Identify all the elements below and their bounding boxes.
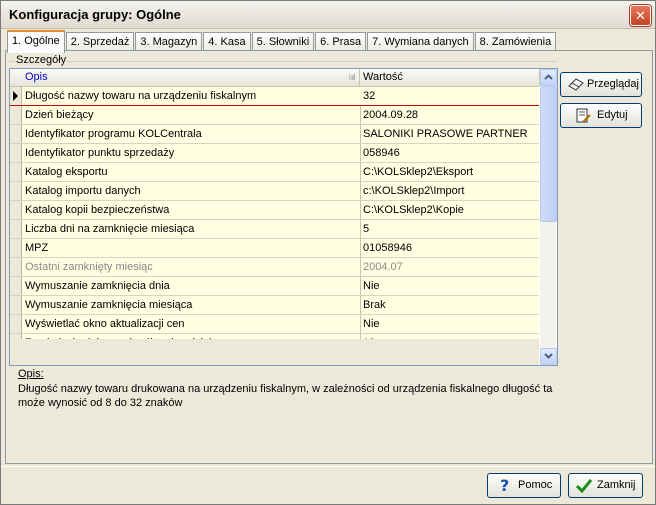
column-header-opis-label: Opis [25, 71, 48, 83]
current-row-arrow-icon [13, 91, 18, 101]
cell-opis[interactable]: Ostatni zamknięty miesiąc [22, 258, 361, 276]
cell-wartosc[interactable]: Brak [360, 296, 539, 314]
chevron-up-icon [544, 74, 553, 80]
footer-divider [1, 466, 655, 467]
row-indicator[interactable] [10, 277, 22, 295]
window-title: Konfiguracja grupy: Ogólne [9, 7, 181, 22]
table-row[interactable]: Wymuszanie zamknięcia dnia Nie [10, 277, 539, 296]
tab-zamowienia[interactable]: 8. Zamówienia [474, 32, 557, 51]
cell-wartosc[interactable]: 5 [360, 220, 539, 238]
scroll-down-button[interactable] [540, 348, 557, 365]
grid-header: Opis ⁝ıl Wartość [10, 69, 540, 87]
cell-opis[interactable]: Katalog eksportu [22, 163, 361, 181]
row-indicator[interactable] [10, 239, 22, 257]
row-indicator[interactable] [10, 315, 22, 333]
browse-button[interactable]: Przeglądaj [560, 72, 642, 97]
tab-slowniki[interactable]: 5. Słowniki [251, 32, 315, 51]
table-row[interactable]: Katalog kopii bezpieczeństwa C:\KOLSklep2… [10, 201, 539, 220]
cell-opis[interactable]: Katalog importu danych [22, 182, 361, 200]
row-indicator[interactable] [10, 201, 22, 219]
cell-wartosc[interactable]: 2004.07 [360, 258, 539, 276]
row-indicator[interactable] [10, 182, 22, 200]
table-row[interactable]: Długość nazwy towaru na urządzeniu fiska… [10, 87, 539, 106]
cell-wartosc[interactable]: Nie [360, 315, 539, 333]
tab-strip: 1. Ogólne 2. Sprzedaż 3. Magazyn 4. Kasa… [7, 30, 557, 53]
table-row[interactable]: Wyświetlać okno aktualizacji cen Nie [10, 315, 539, 334]
edit-document-icon [576, 108, 591, 123]
sort-icon: ⁝ıl [348, 73, 355, 82]
table-row[interactable]: Katalog importu danych c:\KOLSklep2\Impor… [10, 182, 539, 201]
description-text: Długość nazwy towaru drukowana na urządz… [18, 383, 553, 409]
cell-wartosc[interactable]: 2004.09.28 [360, 106, 539, 124]
column-header-wartosc[interactable]: Wartość [360, 69, 540, 86]
chevron-down-icon [544, 353, 553, 359]
table-row[interactable]: Dzień bieżący 2004.09.28 [10, 106, 539, 125]
table-row[interactable]: Liczba dni na zamknięcie miesiąca 5 [10, 220, 539, 239]
cell-wartosc[interactable]: 32 [360, 87, 539, 105]
table-row[interactable]: Ostatni zamknięty miesiąc 2004.07 [10, 258, 539, 277]
scroll-up-button[interactable] [540, 69, 557, 86]
tab-magazyn[interactable]: 3. Magazyn [135, 32, 203, 51]
tab-sprzedaz[interactable]: 2. Sprzedaż [65, 32, 135, 51]
browse-button-label: Przeglądaj [587, 78, 639, 90]
cell-opis[interactable]: Identyfikator punktu sprzedaży [22, 144, 361, 162]
cell-wartosc[interactable]: SALONIKI PRASOWE PARTNER [360, 125, 539, 143]
cell-opis[interactable]: Wymuszanie zamknięcia miesiąca [22, 296, 361, 314]
cell-opis[interactable]: Liczba dni na zamknięcie miesiąca [22, 220, 361, 238]
row-indicator[interactable] [10, 258, 22, 276]
edit-button-label: Edytuj [597, 109, 628, 121]
checkmark-icon [575, 479, 593, 493]
group-divider [9, 61, 557, 62]
table-row[interactable]: MPZ 01058946 [10, 239, 539, 258]
row-indicator[interactable] [10, 220, 22, 238]
row-indicator[interactable] [10, 87, 22, 105]
table-row[interactable]: Wymuszanie zamknięcia miesiąca Brak [10, 296, 539, 315]
grid-rows: Długość nazwy towaru na urządzeniu fiska… [10, 87, 539, 353]
cell-opis[interactable]: Dzień bieżący [22, 106, 361, 124]
description-label: Opis: [18, 368, 44, 380]
column-header-opis[interactable]: Opis ⁝ıl [22, 69, 360, 86]
row-indicator[interactable] [10, 163, 22, 181]
tab-kasa[interactable]: 4. Kasa [203, 32, 251, 51]
table-row[interactable]: Identyfikator programu KOLCentrala SALONI… [10, 125, 539, 144]
close-dialog-button-label: Zamknij [597, 479, 636, 491]
svg-text:?: ? [500, 477, 509, 493]
cell-opis[interactable]: Wyświetlać okno aktualizacji cen [22, 315, 361, 333]
cell-opis[interactable]: MPZ [22, 239, 361, 257]
dialog-window: Konfiguracja grupy: Ogólne ✕ 1. Ogólne 2… [0, 0, 656, 505]
row-indicator[interactable] [10, 106, 22, 124]
title-bar[interactable]: Konfiguracja grupy: Ogólne ✕ [1, 1, 655, 29]
row-indicator[interactable] [10, 296, 22, 314]
help-question-icon: ? [500, 477, 509, 493]
close-dialog-button[interactable]: Zamknij [568, 473, 643, 498]
cell-wartosc[interactable]: 01058946 [360, 239, 539, 257]
cell-opis[interactable]: Katalog kopii bezpieczeństwa [22, 201, 361, 219]
row-indicator[interactable] [10, 144, 22, 162]
table-row[interactable]: Katalog eksportu C:\KOLSklep2\Eksport [10, 163, 539, 182]
help-button-label: Pomoc [518, 479, 553, 491]
cell-wartosc[interactable]: 058946 [360, 144, 539, 162]
edit-button[interactable]: Edytuj [560, 103, 642, 128]
tab-wymiana-danych[interactable]: 7. Wymiana danych [367, 32, 474, 51]
close-window-button[interactable]: ✕ [630, 5, 651, 26]
cell-wartosc[interactable]: Nie [360, 277, 539, 295]
grid-empty-area [10, 339, 539, 365]
group-label: Szczegóły [15, 54, 68, 66]
cell-wartosc[interactable]: C:\KOLSklep2\Eksport [360, 163, 539, 181]
cell-wartosc[interactable]: c:\KOLSklep2\Import [360, 182, 539, 200]
tab-ogolne[interactable]: 1. Ogólne [7, 30, 65, 53]
scroll-thumb[interactable] [540, 86, 557, 222]
cell-opis[interactable]: Identyfikator programu KOLCentrala [22, 125, 361, 143]
vertical-scrollbar[interactable] [540, 69, 557, 365]
cell-opis[interactable]: Długość nazwy towaru na urządzeniu fiska… [22, 87, 361, 105]
cell-wartosc[interactable]: C:\KOLSklep2\Kopie [360, 201, 539, 219]
table-row[interactable]: Identyfikator punktu sprzedaży 058946 [10, 144, 539, 163]
eraser-icon [568, 78, 584, 91]
tab-prasa[interactable]: 6. Prasa [315, 32, 367, 51]
help-button[interactable]: ? Pomoc [487, 473, 561, 498]
cell-opis[interactable]: Wymuszanie zamknięcia dnia [22, 277, 361, 295]
row-indicator[interactable] [10, 125, 22, 143]
settings-grid[interactable]: Opis ⁝ıl Wartość Długość nazwy towaru na… [9, 68, 558, 366]
